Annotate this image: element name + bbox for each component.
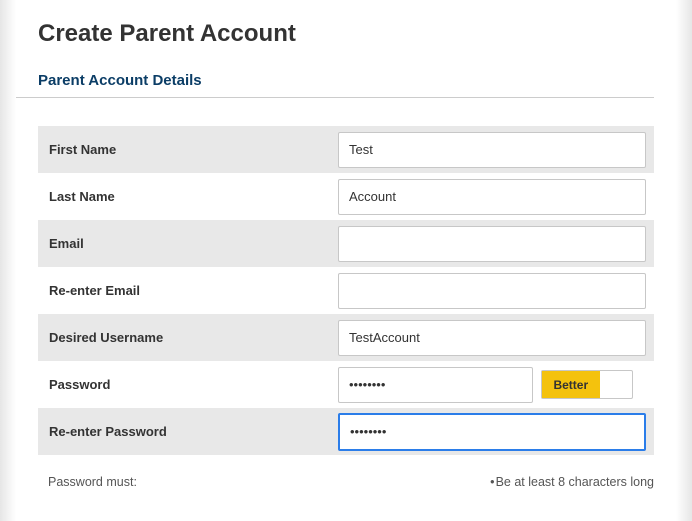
first-name-input[interactable] <box>338 132 646 168</box>
re-email-input[interactable] <box>338 273 646 309</box>
password-rule-1: Be at least 8 characters long <box>490 475 654 489</box>
row-re-password: Re-enter Password <box>38 408 654 455</box>
label-password: Password <box>38 377 338 392</box>
username-input[interactable] <box>338 320 646 356</box>
row-last-name: Last Name <box>38 173 654 220</box>
last-name-input[interactable] <box>338 179 646 215</box>
create-account-card: Create Parent Account Parent Account Det… <box>16 0 676 489</box>
row-re-email: Re-enter Email <box>38 267 654 314</box>
page-title: Create Parent Account <box>16 20 676 66</box>
row-username: Desired Username <box>38 314 654 361</box>
section-title: Parent Account Details <box>16 66 654 98</box>
label-email: Email <box>38 236 338 251</box>
password-strength-label: Better <box>542 371 600 398</box>
form: First Name Last Name Email Re-enter Emai… <box>38 126 654 455</box>
label-last-name: Last Name <box>38 189 338 204</box>
password-input[interactable] <box>338 367 533 403</box>
password-rules-intro: Password must: <box>48 475 137 489</box>
label-re-email: Re-enter Email <box>38 283 338 298</box>
password-strength-meter: Better <box>541 370 633 399</box>
re-password-input[interactable] <box>338 413 646 451</box>
row-first-name: First Name <box>38 126 654 173</box>
row-email: Email <box>38 220 654 267</box>
row-password: Password Better <box>38 361 654 408</box>
label-username: Desired Username <box>38 330 338 345</box>
email-input[interactable] <box>338 226 646 262</box>
label-first-name: First Name <box>38 142 338 157</box>
password-rules: Password must: Be at least 8 characters … <box>16 455 676 489</box>
label-re-password: Re-enter Password <box>38 424 338 439</box>
